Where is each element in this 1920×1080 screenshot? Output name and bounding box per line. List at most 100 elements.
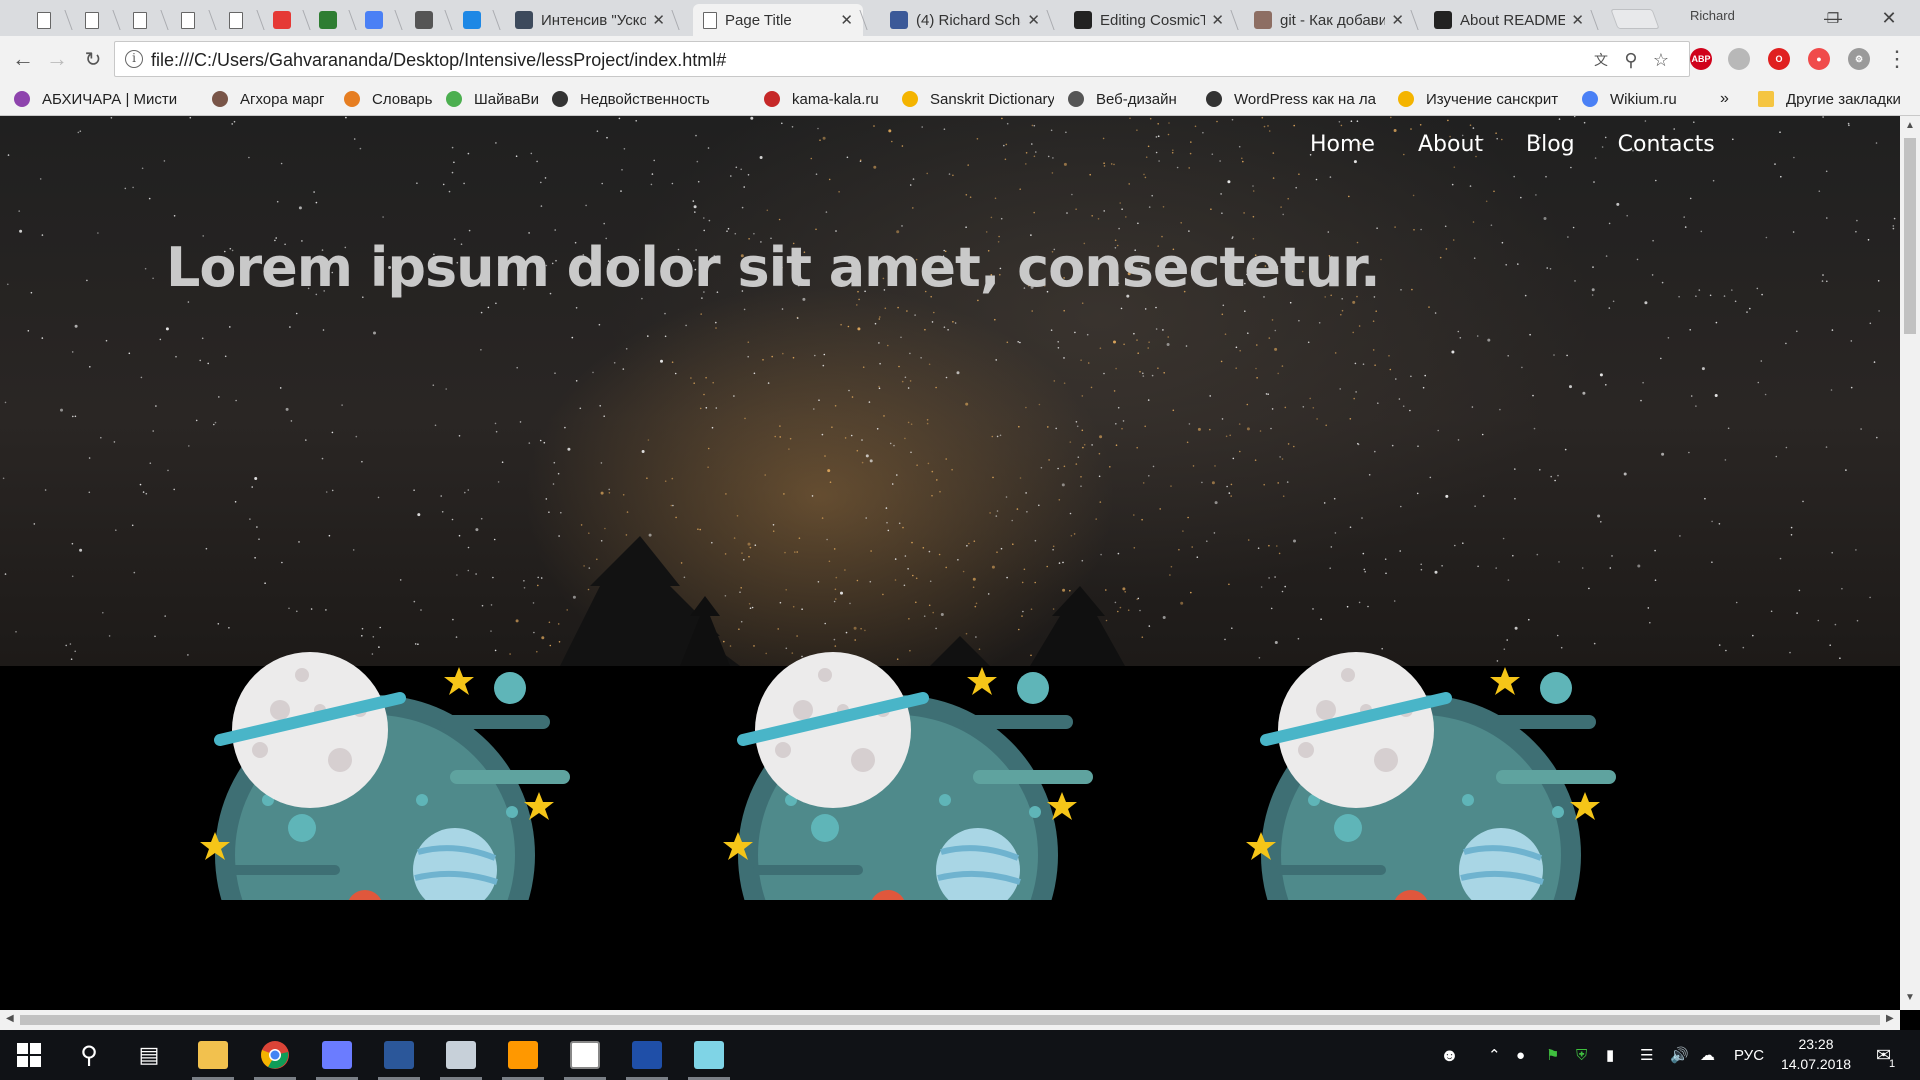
bookmark-item[interactable]: WordPress как на ла	[1206, 88, 1376, 110]
horizontal-scrollbar[interactable]: ◀ ▶	[0, 1010, 1900, 1030]
bookmark-item[interactable]: Словарь	[344, 88, 432, 110]
browser-tab[interactable]	[400, 4, 448, 36]
cloud-icon[interactable]: ☁	[1700, 1030, 1715, 1080]
nav-link-about[interactable]: About	[1418, 132, 1483, 157]
tab-close-icon[interactable]: ✕	[1027, 11, 1040, 29]
notes-icon[interactable]	[680, 1030, 738, 1080]
extension-gear-icon[interactable]: ⚙	[1848, 48, 1870, 70]
bookmark-item[interactable]: kama-kala.ru	[764, 88, 879, 110]
browser-tab[interactable]	[212, 4, 260, 36]
browser-tab[interactable]	[350, 4, 398, 36]
profile-name[interactable]: Richard	[1690, 8, 1735, 23]
people-icon[interactable]: ☻	[1440, 1030, 1459, 1080]
bookmark-item[interactable]: Недвойственность	[552, 88, 710, 110]
browser-tab[interactable]	[164, 4, 212, 36]
opera-icon[interactable]: O	[1768, 48, 1790, 70]
close-window-icon[interactable]: ✕	[1866, 3, 1912, 33]
horizontal-scroll-thumb[interactable]	[20, 1015, 1880, 1025]
browser-tab[interactable]	[68, 4, 116, 36]
url-text[interactable]: file:///C:/Users/Gahvarananda/Desktop/In…	[151, 50, 726, 71]
vertical-scrollbar[interactable]: ▲ ▼	[1900, 116, 1920, 1010]
page-viewport[interactable]: Home About Blog Contacts Lorem ipsum dol…	[0, 116, 1900, 1010]
drive-icon[interactable]	[1728, 48, 1750, 70]
hero-title: Lorem ipsum dolor sit amet, consectetur.	[166, 236, 1381, 299]
scroll-up-arrow-icon[interactable]: ▲	[1905, 120, 1915, 131]
shield-tray-icon[interactable]: ⛨	[1576, 1030, 1587, 1080]
reload-icon[interactable]: ↻	[78, 44, 108, 74]
browser-tab[interactable]: Page Title ✕	[693, 4, 863, 36]
bookmark-label: ШайваВики	[474, 90, 538, 108]
browser-tab[interactable]: Интенсив "Ускор ✕	[505, 4, 675, 36]
bookmark-item[interactable]: ШайваВики	[446, 88, 538, 110]
browser-tab[interactable]: About READMEs ✕	[1424, 4, 1594, 36]
minimize-button-space	[1764, 3, 1810, 33]
back-arrow-icon[interactable]: ←	[8, 44, 38, 74]
tab-close-icon[interactable]: ✕	[652, 11, 665, 29]
language-indicator[interactable]: РУС	[1734, 1030, 1764, 1080]
other-bookmarks[interactable]: Другие закладки	[1758, 88, 1901, 110]
bookmark-favicon-icon	[1068, 91, 1084, 107]
bookmark-star-icon[interactable]: ☆	[1651, 50, 1671, 70]
bookmark-item[interactable]: Изучение санскрит	[1398, 88, 1558, 110]
battery-icon[interactable]: ▮	[1606, 1030, 1614, 1080]
screen-recorder-icon[interactable]	[308, 1030, 366, 1080]
clock[interactable]: 23:28 14.07.2018	[1776, 1034, 1856, 1074]
flag-tray-icon[interactable]: ⚑	[1546, 1030, 1559, 1080]
extension-red-icon[interactable]: ●	[1808, 48, 1830, 70]
volume-icon[interactable]: 🔊	[1670, 1030, 1689, 1080]
translate-icon[interactable]: 文	[1591, 50, 1611, 70]
bookmark-favicon-icon	[552, 91, 568, 107]
nav-link-home[interactable]: Home	[1310, 132, 1375, 157]
windows-start-icon[interactable]	[0, 1030, 58, 1080]
task-view-icon[interactable]: ▤	[120, 1030, 178, 1080]
browser-tab[interactable]	[20, 4, 68, 36]
photos-icon[interactable]	[556, 1030, 614, 1080]
nav-link-contacts[interactable]: Contacts	[1618, 132, 1715, 157]
search-icon[interactable]: ⚲	[60, 1030, 118, 1080]
nav-link-blog[interactable]: Blog	[1526, 132, 1575, 157]
browser-tab[interactable]: git - Как добави ✕	[1244, 4, 1414, 36]
scroll-down-arrow-icon[interactable]: ▼	[1905, 992, 1915, 1003]
menu-kebab-icon[interactable]: ⋮	[1882, 44, 1912, 74]
tab-close-icon[interactable]: ✕	[1211, 11, 1224, 29]
bookmarks-overflow-button[interactable]: »	[1720, 88, 1729, 110]
action-center-icon[interactable]: ✉	[1876, 1030, 1891, 1080]
address-bar[interactable]: i file:///C:/Users/Gahvarananda/Desktop/…	[114, 41, 1690, 77]
bookmark-item[interactable]: Агхора марг	[212, 88, 324, 110]
browser-tab[interactable]	[258, 4, 306, 36]
browser-tab[interactable]	[304, 4, 352, 36]
clock-date: 14.07.2018	[1780, 1056, 1852, 1072]
restore-icon[interactable]: ❐	[1810, 3, 1856, 33]
show-hidden-icons-chevron-icon[interactable]: ⌃	[1488, 1030, 1501, 1080]
new-tab-button[interactable]	[1610, 9, 1660, 29]
browser-tab[interactable]	[116, 4, 164, 36]
bookmark-label: Веб-дизайн	[1096, 90, 1177, 108]
scroll-left-arrow-icon[interactable]: ◀	[6, 1013, 14, 1024]
wifi-icon[interactable]: ☰	[1640, 1030, 1653, 1080]
sublime-text-icon[interactable]	[494, 1030, 552, 1080]
vertical-scroll-thumb[interactable]	[1904, 138, 1916, 334]
file-explorer-icon[interactable]	[184, 1030, 242, 1080]
browser-tab[interactable]: (4) Richard Schat ✕	[880, 4, 1050, 36]
forward-arrow-icon[interactable]: →	[42, 44, 72, 74]
bookmark-item[interactable]: Wikium.ru	[1582, 88, 1677, 110]
scroll-right-arrow-icon[interactable]: ▶	[1886, 1013, 1894, 1024]
info-icon[interactable]: i	[125, 50, 143, 68]
zoom-icon[interactable]: ⚲	[1621, 50, 1641, 70]
planet-illustration	[713, 640, 1093, 1010]
chrome-icon[interactable]	[246, 1030, 304, 1080]
tab-close-icon[interactable]: ✕	[1391, 11, 1404, 29]
browser-tab[interactable]	[448, 4, 496, 36]
bookmark-item[interactable]: Sanskrit Dictionary	[902, 88, 1054, 110]
powershell-icon[interactable]	[618, 1030, 676, 1080]
browser-toolbar: ← → ↻ i file:///C:/Users/Gahvarananda/De…	[0, 36, 1920, 82]
tab-close-icon[interactable]: ✕	[840, 11, 853, 29]
browser-tab[interactable]: Editing CosmicT ✕	[1064, 4, 1234, 36]
bookmark-item[interactable]: АБХИЧАРА | Мисти	[14, 88, 177, 110]
glasses-tray-icon[interactable]: ●	[1516, 1030, 1525, 1080]
bookmark-item[interactable]: Веб-дизайн	[1068, 88, 1177, 110]
tab-close-icon[interactable]: ✕	[1571, 11, 1584, 29]
adblock-icon[interactable]: ABP	[1690, 48, 1712, 70]
word-icon[interactable]	[370, 1030, 428, 1080]
app-window-icon[interactable]	[432, 1030, 490, 1080]
